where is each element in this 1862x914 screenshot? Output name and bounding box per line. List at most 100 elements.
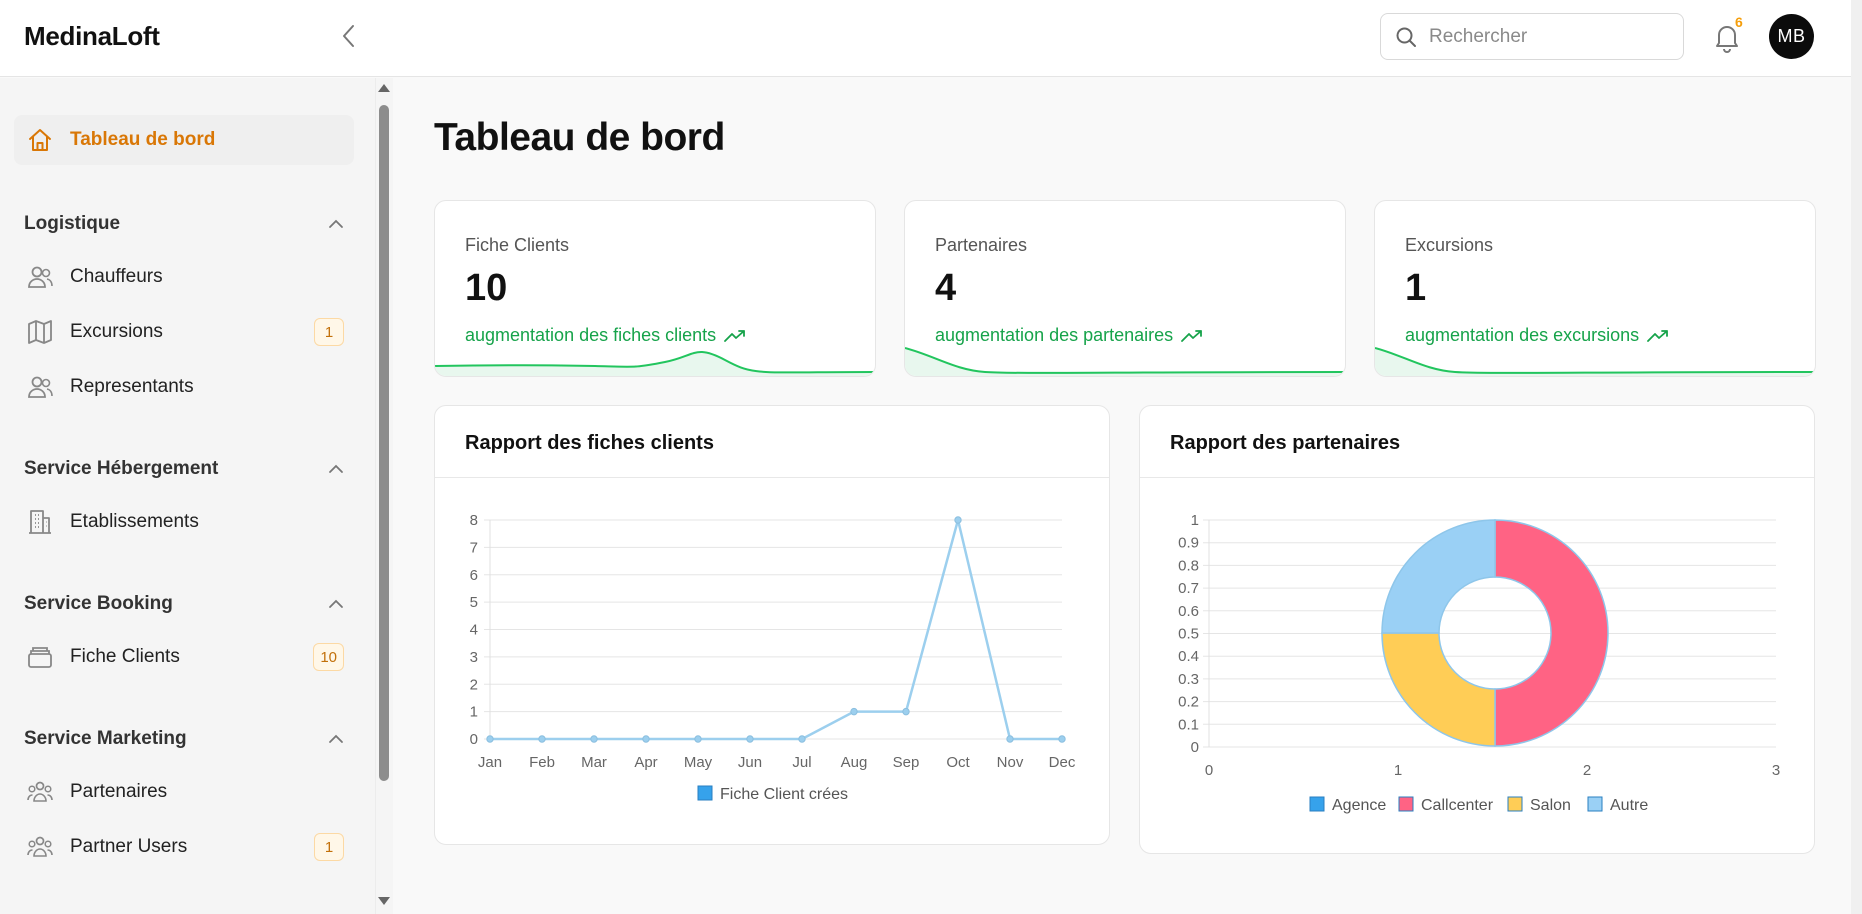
trending-up-icon	[1647, 329, 1669, 342]
stat-card-excursions[interactable]: Excursions 1 augmentation des excursions	[1374, 200, 1816, 377]
sidebar-item-label: Excursions	[70, 321, 163, 342]
page-title: Tableau de bord	[434, 116, 725, 159]
archive-icon	[26, 643, 54, 671]
stat-trend: augmentation des fiches clients	[465, 325, 746, 346]
y-tick-label: 0	[1191, 739, 1199, 756]
x-tick-label: Nov	[997, 754, 1024, 771]
x-tick-label: Dec	[1049, 754, 1076, 771]
doughnut-chart[interactable]: 0 0.1 0.2 0.3 0.4 0.5 0.6 0.7 0.8 0.9 1 0 1 2 3 Agence C…	[1140, 406, 1815, 854]
line-chart[interactable]: 0 1 2 3 4 5 6 7 8 Jan Feb Mar Apr May Jun Jul Aug Sep Oct N…	[435, 406, 1110, 845]
sidebar-item-etablissements[interactable]: Etablissements	[14, 500, 354, 544]
legend-label: Callcenter	[1421, 797, 1494, 814]
data-point	[902, 707, 910, 716]
building-icon	[26, 508, 54, 536]
sidebar-item-label: Tableau de bord	[70, 129, 216, 150]
brand-logo[interactable]: MedinaLoft	[24, 21, 160, 52]
sidebar-item-fiche-clients[interactable]: Fiche Clients 10	[14, 635, 354, 679]
sidebar-item-label: Representants	[70, 376, 194, 397]
x-tick-label: Apr	[634, 754, 657, 771]
sidebar-item-partenaires[interactable]: Partenaires	[14, 770, 354, 814]
sidebar-item-tableau-de-bord[interactable]: Tableau de bord	[14, 115, 354, 165]
sparkline	[1375, 347, 1815, 376]
stat-value: 1	[1405, 267, 1427, 309]
x-tick-label: Aug	[841, 754, 868, 771]
y-tick-label: 0.9	[1178, 535, 1199, 552]
legend-label: Autre	[1610, 797, 1648, 814]
x-tick-label: Jul	[792, 754, 811, 771]
x-tick-label: Jan	[478, 754, 502, 771]
notification-count-badge: 6	[1735, 14, 1743, 30]
section-title: Service Hébergement	[24, 458, 219, 479]
section-service-marketing[interactable]: Service Marketing	[24, 725, 344, 753]
sidebar-item-chauffeurs[interactable]: Chauffeurs	[14, 255, 354, 299]
stat-label: Partenaires	[935, 235, 1028, 255]
search-field[interactable]	[1380, 13, 1684, 60]
sparkline	[905, 347, 1345, 376]
home-icon	[26, 126, 54, 154]
data-point	[850, 707, 858, 716]
data-point	[642, 735, 650, 743]
section-title: Service Marketing	[24, 728, 187, 749]
search-input[interactable]	[1429, 25, 1669, 48]
chevron-up-icon	[329, 219, 343, 228]
legend-swatch	[697, 785, 713, 801]
x-tick-label: Mar	[581, 754, 607, 771]
sidebar-collapse-button[interactable]	[337, 22, 361, 50]
section-logistique[interactable]: Logistique	[24, 210, 344, 238]
data-point	[746, 735, 754, 743]
sidebar-item-partner-users[interactable]: Partner Users 1	[14, 825, 354, 869]
stat-trend: augmentation des excursions	[1405, 325, 1669, 346]
map-icon	[26, 318, 54, 346]
section-service-hebergement[interactable]: Service Hébergement	[24, 455, 344, 483]
user-avatar[interactable]: MB	[1769, 14, 1814, 59]
stat-label: Excursions	[1405, 235, 1494, 255]
scroll-up-arrow[interactable]	[378, 84, 390, 92]
y-tick-label: 0.3	[1178, 671, 1199, 688]
users-icon	[26, 263, 54, 291]
chevron-left-icon	[343, 25, 354, 47]
legend-swatch	[1398, 796, 1414, 812]
chevron-up-icon	[329, 734, 343, 743]
sidebar-item-label: Chauffeurs	[70, 266, 163, 287]
count-badge: 1	[314, 833, 344, 861]
x-tick-label: 2	[1583, 762, 1591, 779]
y-tick-label: 0.1	[1178, 716, 1199, 733]
section-title: Service Booking	[24, 593, 173, 614]
data-point	[954, 516, 962, 524]
scroll-down-arrow[interactable]	[378, 897, 390, 905]
x-tick-label: 3	[1772, 762, 1780, 779]
sidebar-item-representants[interactable]: Representants	[14, 365, 354, 409]
sidebar-scroll-thumb[interactable]	[379, 105, 389, 781]
y-tick-label: 2	[470, 676, 478, 693]
count-badge: 1	[314, 318, 344, 346]
x-tick-label: May	[684, 754, 713, 771]
chevron-up-icon	[329, 464, 343, 473]
y-tick-label: 0.6	[1178, 603, 1199, 620]
x-tick-label: Feb	[529, 754, 555, 771]
y-tick-label: 8	[470, 512, 478, 529]
stat-card-fiche-clients[interactable]: Fiche Clients 10 augmentation des fiches…	[434, 200, 876, 377]
x-tick-label: Oct	[946, 754, 970, 771]
y-tick-label: 0.8	[1178, 557, 1199, 574]
section-service-booking[interactable]: Service Booking	[24, 590, 344, 618]
data-point	[798, 735, 806, 743]
sidebar-item-excursions[interactable]: Excursions 1	[14, 310, 354, 354]
data-point	[694, 735, 702, 743]
stat-value: 10	[465, 267, 508, 309]
data-point	[486, 735, 494, 743]
legend-label: Fiche Client crées	[720, 786, 848, 803]
stat-trend-text: augmentation des fiches clients	[465, 325, 717, 345]
y-tick-label: 0.4	[1178, 648, 1199, 665]
slice-autre	[1381, 519, 1496, 634]
top-header: MedinaLoft 6 MB	[0, 0, 1862, 77]
y-tick-label: 4	[470, 622, 478, 639]
y-tick-label: 7	[470, 539, 478, 556]
x-tick-label: Sep	[893, 754, 920, 771]
stat-card-partenaires[interactable]: Partenaires 4 augmentation des partenair…	[904, 200, 1346, 377]
x-tick-label: Jun	[738, 754, 762, 771]
page-scrollbar[interactable]	[1851, 0, 1862, 914]
group-icon	[26, 833, 54, 861]
data-point	[1006, 735, 1014, 743]
panel-rapport-fiches-clients: Rapport des fiches clients 0 1 2 3 4 5 6 7 8 Jan F…	[434, 405, 1110, 845]
y-tick-label: 0	[470, 731, 478, 748]
